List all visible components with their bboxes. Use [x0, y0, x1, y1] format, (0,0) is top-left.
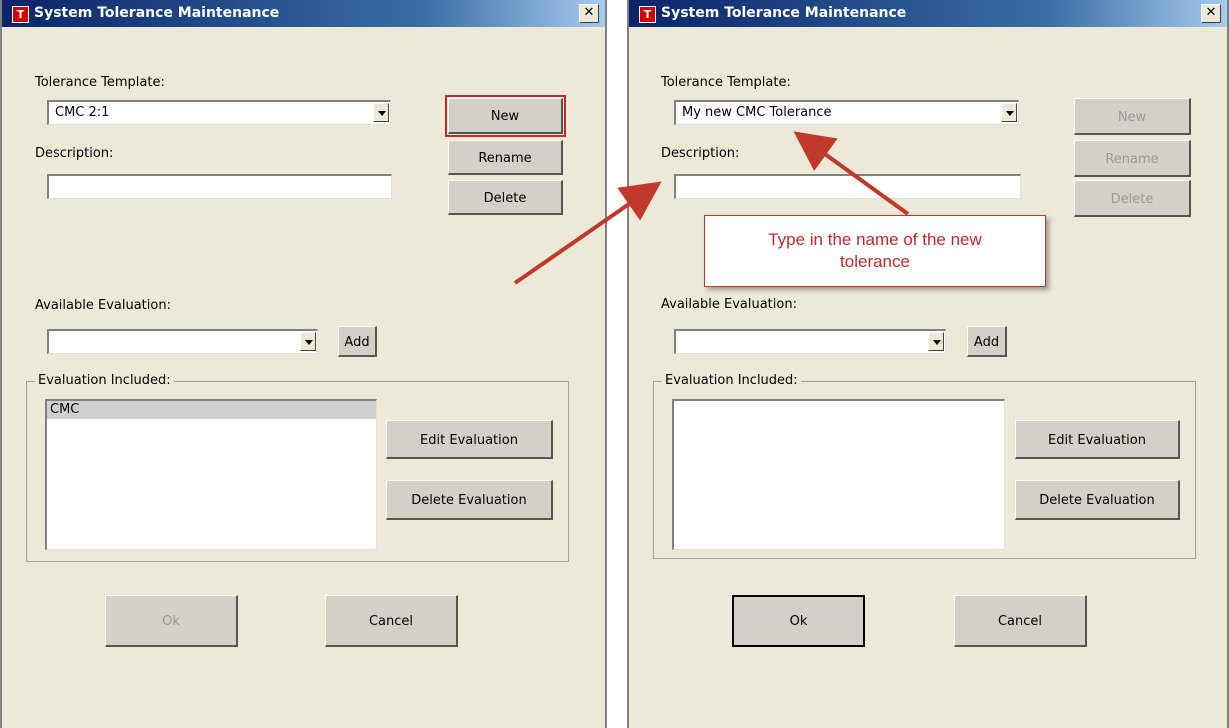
rename-button[interactable]: Rename	[448, 140, 563, 175]
edit-evaluation-button[interactable]: Edit Evaluation	[1015, 420, 1180, 459]
evaluation-included-label: Evaluation Included:	[35, 373, 174, 388]
tolerance-template-label: Tolerance Template:	[661, 75, 791, 90]
rename-button[interactable]: Rename	[1074, 140, 1191, 177]
right-dialog-window: T System Tolerance Maintenance ✕ Toleran…	[627, 0, 1229, 728]
tolerance-template-label: Tolerance Template:	[35, 75, 165, 90]
delete-evaluation-button[interactable]: Delete Evaluation	[386, 480, 553, 520]
new-button[interactable]: New	[1074, 98, 1191, 135]
new-button[interactable]: New	[445, 95, 566, 137]
description-input[interactable]	[47, 174, 392, 199]
add-button[interactable]: Add	[967, 326, 1007, 357]
evaluation-included-label: Evaluation Included:	[662, 373, 801, 388]
description-input[interactable]	[674, 174, 1021, 199]
ok-button[interactable]: Ok	[732, 595, 865, 647]
callout-line-1: Type in the name of the new	[768, 230, 982, 249]
tolerance-template-dropdown[interactable]: My new CMC Tolerance	[674, 100, 1019, 125]
list-item[interactable]: CMC	[47, 401, 376, 419]
cancel-button[interactable]: Cancel	[325, 595, 458, 647]
available-evaluation-label: Available Evaluation:	[661, 297, 797, 312]
callout-line-2: tolerance	[840, 252, 910, 271]
title-bar[interactable]: T System Tolerance Maintenance ✕	[2, 0, 605, 27]
available-evaluation-label: Available Evaluation:	[35, 298, 171, 313]
evaluation-list[interactable]: CMC	[45, 399, 377, 550]
left-dialog-window: T System Tolerance Maintenance ✕ Toleran…	[0, 0, 607, 728]
app-icon: T	[639, 6, 656, 23]
available-evaluation-dropdown[interactable]	[47, 329, 318, 354]
close-icon[interactable]: ✕	[579, 4, 599, 23]
window-title: System Tolerance Maintenance	[661, 5, 907, 21]
ok-button[interactable]: Ok	[105, 595, 238, 647]
evaluation-list[interactable]	[672, 399, 1005, 550]
close-icon[interactable]: ✕	[1201, 4, 1221, 23]
app-icon: T	[12, 6, 29, 23]
annotation-callout: Type in the name of the new tolerance	[704, 215, 1046, 287]
cancel-button[interactable]: Cancel	[954, 595, 1087, 647]
delete-button[interactable]: Delete	[1074, 180, 1191, 217]
title-bar[interactable]: T System Tolerance Maintenance ✕	[629, 0, 1227, 27]
chevron-down-icon[interactable]	[928, 332, 944, 351]
tolerance-template-value: CMC 2:1	[55, 105, 110, 120]
window-title: System Tolerance Maintenance	[34, 5, 280, 21]
available-evaluation-dropdown[interactable]	[674, 329, 946, 354]
add-button[interactable]: Add	[338, 326, 377, 357]
edit-evaluation-button[interactable]: Edit Evaluation	[386, 420, 553, 459]
description-label: Description:	[661, 146, 740, 161]
tolerance-template-dropdown[interactable]: CMC 2:1	[47, 100, 391, 125]
chevron-down-icon[interactable]	[1001, 103, 1017, 122]
tolerance-template-value: My new CMC Tolerance	[682, 105, 832, 120]
delete-evaluation-button[interactable]: Delete Evaluation	[1015, 480, 1180, 520]
chevron-down-icon[interactable]	[373, 103, 389, 122]
delete-button[interactable]: Delete	[448, 180, 563, 215]
chevron-down-icon[interactable]	[300, 332, 316, 351]
description-label: Description:	[35, 146, 114, 161]
